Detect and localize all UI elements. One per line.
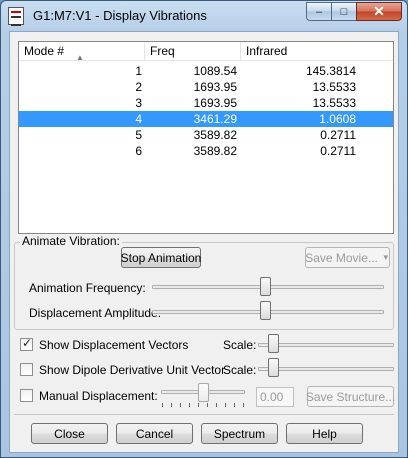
table-row[interactable]: 1 1089.54 145.3814 [19, 63, 393, 79]
cell-mode: 4 [135, 112, 142, 126]
cell-infrared: 1.0608 [319, 112, 356, 126]
displacement-amplitude-label: Displacement Amplitude: [29, 306, 162, 320]
column-header-mode-label: Mode # [24, 44, 65, 58]
cancel-button[interactable]: Cancel [116, 423, 193, 444]
cell-mode: 2 [135, 80, 142, 94]
save-structure-button[interactable]: Save Structure... [306, 386, 395, 407]
cell-freq: 1693.95 [193, 80, 237, 94]
table-row[interactable]: 2 1693.95 13.5533 [19, 79, 393, 95]
displacement-amplitude-slider-thumb[interactable] [260, 301, 271, 320]
cell-infrared: 13.5533 [312, 96, 356, 110]
animation-frequency-slider-thumb[interactable] [260, 277, 271, 296]
display-vibrations-window: G1:M7:V1 - Display Vibrations – □ ✕ Mode… [0, 0, 408, 458]
animation-frequency-label: Animation Frequency: [29, 281, 146, 295]
cell-freq: 3589.82 [193, 144, 237, 158]
minimize-button[interactable]: – [306, 2, 332, 21]
dipole-scale-label: Scale: [223, 363, 257, 377]
cell-freq: 3461.29 [193, 112, 237, 126]
help-button[interactable]: Help [286, 423, 363, 444]
window-title: G1:M7:V1 - Display Vibrations [33, 8, 207, 23]
cell-infrared: 145.3814 [305, 64, 356, 78]
manual-displacement-value-field[interactable]: 0.00 [256, 387, 294, 407]
table-row[interactable]: 3 1693.95 13.5533 [19, 95, 393, 111]
table-row[interactable]: 5 3589.82 0.2711 [19, 127, 393, 143]
list-header: Mode # ▲ Freq Infrared [19, 42, 393, 62]
close-window-button[interactable]: ✕ [356, 2, 402, 21]
close-button[interactable]: Close [31, 423, 108, 444]
dialog-body: Mode # ▲ Freq Infrared 1 1089.54 145.381… [9, 31, 399, 453]
cell-mode: 5 [135, 128, 142, 142]
column-header-freq[interactable]: Freq [145, 42, 241, 61]
title-bar[interactable]: G1:M7:V1 - Display Vibrations – □ ✕ [1, 1, 407, 31]
gaussview-app-icon [8, 7, 24, 26]
column-header-mode[interactable]: Mode # ▲ [19, 42, 145, 62]
column-header-infrared[interactable]: Infrared [241, 42, 393, 61]
show-displacement-vectors-checkbox[interactable]: ✓ [20, 336, 33, 351]
cell-mode: 6 [135, 144, 142, 158]
manual-displacement-checkbox[interactable] [20, 389, 33, 402]
manual-displacement-ticks [161, 403, 245, 408]
save-movie-button[interactable]: Save Movie... ▼ [305, 247, 390, 268]
maximize-button[interactable]: □ [331, 2, 357, 21]
cell-mode: 1 [135, 64, 142, 78]
show-dipole-derivative-checkbox[interactable] [20, 363, 33, 376]
dipole-scale-slider-thumb[interactable] [268, 358, 279, 377]
dropdown-arrow-icon: ▼ [381, 253, 390, 262]
maximize-icon: □ [340, 5, 348, 18]
save-movie-label: Save Movie... [305, 250, 378, 265]
close-icon: ✕ [373, 3, 385, 19]
show-displacement-vectors-label: Show Displacement Vectors [39, 338, 189, 352]
table-row-selected[interactable]: 4 3461.29 1.0608 [19, 111, 393, 127]
checkmark-icon: ✓ [22, 336, 33, 350]
button-row-divider [14, 414, 394, 415]
manual-displacement-label: Manual Displacement: [39, 389, 158, 403]
spectrum-button[interactable]: Spectrum [201, 423, 278, 444]
vibration-mode-list[interactable]: Mode # ▲ Freq Infrared 1 1089.54 145.381… [18, 41, 394, 234]
vectors-scale-slider-thumb[interactable] [268, 334, 279, 353]
minimize-icon: – [315, 5, 323, 18]
cell-infrared: 0.2711 [320, 128, 356, 142]
stop-animation-button[interactable]: Stop Animation [121, 247, 201, 268]
manual-displacement-slider-thumb[interactable] [198, 383, 209, 402]
show-dipole-derivative-label: Show Dipole Derivative Unit Vector [39, 363, 226, 377]
cell-infrared: 0.2711 [320, 144, 356, 158]
table-row[interactable]: 6 3589.82 0.2711 [19, 143, 393, 159]
animate-vibration-label: Animate Vibration: [20, 234, 122, 248]
vectors-scale-label: Scale: [223, 338, 257, 352]
cell-infrared: 13.5533 [312, 80, 356, 94]
cell-freq: 3589.82 [193, 128, 237, 142]
cell-freq: 1089.54 [193, 64, 237, 78]
list-rows: 1 1089.54 145.3814 2 1693.95 13.5533 3 1… [19, 63, 393, 159]
cell-freq: 1693.95 [193, 96, 237, 110]
cell-mode: 3 [135, 96, 142, 110]
